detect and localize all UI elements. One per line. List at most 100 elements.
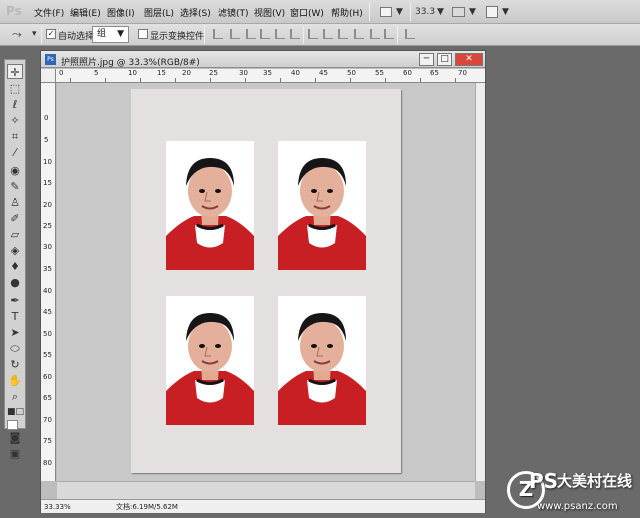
passport-photo[interactable]: [166, 296, 254, 425]
color-swatch-icon[interactable]: ■□: [7, 405, 24, 420]
horizontal-ruler[interactable]: 0 5 10 15 20 25 30 35 40 45 50 55 60 65 …: [56, 69, 485, 83]
menu-window[interactable]: 窗口(W): [290, 6, 324, 19]
portrait-image: [278, 296, 366, 425]
history-brush-icon[interactable]: ✐: [7, 211, 23, 226]
ruler-label: 25: [43, 222, 52, 230]
ruler-label: 75: [43, 437, 52, 445]
document-page[interactable]: [131, 89, 401, 473]
chevron-down-icon: ▼: [117, 29, 124, 39]
brush-icon[interactable]: ✎: [7, 179, 23, 194]
ruler-label: 0: [59, 69, 64, 77]
document-size-status[interactable]: 文档:6.19M/5.62M: [116, 502, 178, 512]
vertical-scrollbar[interactable]: [475, 83, 485, 481]
passport-photo[interactable]: [278, 296, 366, 425]
ruler-label: 10: [128, 69, 137, 77]
watermark: Z PS 大美村在线 www.psanz.com: [501, 462, 637, 516]
distribute-left-icon[interactable]: [354, 29, 364, 39]
options-separator: [397, 26, 398, 44]
blur-icon[interactable]: ♦: [7, 259, 23, 274]
auto-select-target-value: 组: [97, 29, 107, 39]
screen-mode-icon[interactable]: ▣: [7, 446, 23, 461]
marquee-icon[interactable]: ⬚: [7, 81, 23, 96]
passport-photo[interactable]: [166, 141, 254, 270]
auto-select-checkbox[interactable]: ✓: [46, 29, 56, 39]
quick-mask-icon[interactable]: ◙: [7, 430, 23, 445]
align-bottom-icon[interactable]: [246, 29, 256, 39]
eyedropper-icon[interactable]: ⁄: [7, 145, 23, 160]
type-icon[interactable]: T: [7, 309, 23, 324]
zoom-level[interactable]: 33.3: [415, 4, 435, 20]
lasso-icon[interactable]: ℓ: [7, 97, 23, 112]
menu-select[interactable]: 选择(S): [180, 6, 211, 19]
dodge-icon[interactable]: ●: [7, 275, 23, 290]
align-top-icon[interactable]: [213, 29, 223, 39]
hand-icon[interactable]: ✋: [7, 373, 23, 388]
clone-stamp-icon[interactable]: ♙: [7, 195, 23, 210]
menu-image[interactable]: 图像(I): [107, 6, 135, 19]
align-horizontal-center-icon[interactable]: [275, 29, 285, 39]
view-extras-icon[interactable]: [452, 7, 465, 17]
portrait-image: [166, 141, 254, 270]
menu-help[interactable]: 帮助(H): [331, 6, 363, 19]
canvas-area[interactable]: [57, 83, 485, 481]
foreground-color-swatch[interactable]: [7, 420, 18, 430]
menu-layer[interactable]: 图层(L): [144, 6, 174, 19]
show-transform-checkbox[interactable]: [138, 29, 148, 39]
align-vertical-center-icon[interactable]: [230, 29, 240, 39]
minimize-icon[interactable]: ─: [419, 53, 434, 66]
ruler-label: 15: [157, 69, 166, 77]
move-icon[interactable]: ✛: [7, 64, 23, 79]
menu-file[interactable]: 文件(F): [34, 6, 64, 19]
move-tool-preset-icon[interactable]: ⤳: [12, 26, 22, 42]
ruler-origin[interactable]: [41, 69, 56, 83]
screen-mode-dropdown-icon[interactable]: ▼: [502, 4, 509, 20]
maximize-icon[interactable]: □: [437, 53, 452, 66]
horizontal-scrollbar[interactable]: [57, 481, 475, 499]
align-left-icon[interactable]: [260, 29, 270, 39]
ruler-label: 45: [43, 308, 52, 316]
menu-view[interactable]: 视图(V): [254, 6, 285, 19]
ruler-label: 20: [182, 69, 191, 77]
menu-edit[interactable]: 编辑(E): [70, 6, 101, 19]
status-zoom-field[interactable]: 33.33%: [44, 502, 77, 512]
align-right-icon[interactable]: [290, 29, 300, 39]
close-icon[interactable]: ✕: [455, 53, 483, 66]
screen-mode-icon[interactable]: [486, 6, 498, 18]
path-selection-icon[interactable]: ➤: [7, 325, 23, 340]
crop-icon[interactable]: ⌗: [7, 129, 23, 144]
distribute-top-icon[interactable]: [308, 29, 318, 39]
menu-filter[interactable]: 滤镜(T): [218, 6, 249, 19]
ruler-label: 20: [43, 201, 52, 209]
options-separator: [204, 26, 205, 44]
gradient-icon[interactable]: ◈: [7, 243, 23, 258]
ruler-label: 70: [43, 416, 52, 424]
distribute-horizontal-center-icon[interactable]: [370, 29, 380, 39]
ruler-label: 5: [94, 69, 99, 77]
ruler-label: 15: [43, 179, 52, 187]
zoom-dropdown-icon[interactable]: ▼: [437, 4, 444, 20]
vertical-ruler[interactable]: 0 5 10 15 20 25 30 35 40 45 50 55 60 65 …: [41, 83, 56, 481]
ruler-label: 0: [44, 114, 49, 122]
distribute-vertical-center-icon[interactable]: [323, 29, 333, 39]
passport-photo[interactable]: [278, 141, 366, 270]
arrange-dropdown-icon[interactable]: ▼: [396, 4, 403, 20]
shape-icon[interactable]: ⬭: [7, 341, 23, 356]
ruler-label: 50: [347, 69, 356, 77]
auto-select-target-dropdown[interactable]: 组 ▼: [92, 26, 129, 43]
arrange-documents-icon[interactable]: [380, 7, 392, 17]
document-title-bar[interactable]: Ps 护照照片.jpg @ 33.3%(RGB/8#) ─ □ ✕: [41, 51, 485, 68]
spot-healing-icon[interactable]: ◉: [7, 163, 23, 178]
view-extras-dropdown-icon[interactable]: ▼: [469, 4, 476, 20]
distribute-right-icon[interactable]: [384, 29, 394, 39]
zoom-icon[interactable]: ⌕: [7, 389, 23, 404]
pen-icon[interactable]: ✒: [7, 293, 23, 308]
ruler-label: 55: [375, 69, 384, 77]
document-title: 护照照片.jpg @ 33.3%(RGB/8#): [61, 58, 200, 68]
auto-align-layers-icon[interactable]: [405, 29, 415, 39]
3d-rotate-icon[interactable]: ↻: [7, 357, 23, 372]
magic-wand-icon[interactable]: ✧: [7, 113, 23, 128]
eraser-icon[interactable]: ▱: [7, 227, 23, 242]
distribute-bottom-icon[interactable]: [338, 29, 348, 39]
photoshop-document-icon: Ps: [45, 54, 56, 65]
preset-dropdown-icon[interactable]: ▾: [32, 26, 37, 42]
